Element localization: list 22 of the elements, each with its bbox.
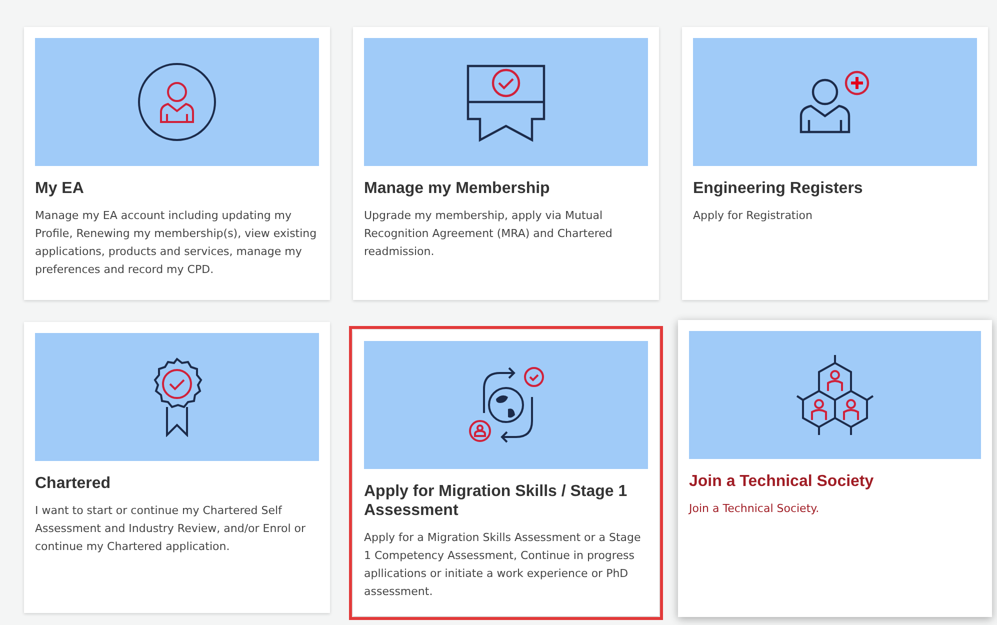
card-description: Join a Technical Society. — [689, 501, 820, 517]
service-card[interactable]: My EA Manage my EA account including updating my Profile, Renewing my membership(s), view existing applications, products and services, manage my preferences and record my CPD. — [24, 27, 330, 300]
card-title: Chartered — [35, 474, 112, 493]
card-title: Apply for Migration Skills / Stage 1 Assessment — [364, 482, 628, 520]
card-description: Manage my EA account including updating my Profile, Renewing my membership(s), view existing applications, products and services, manage my preferences and record my CPD. — [35, 208, 318, 278]
card-title: Join a Technical Society — [689, 472, 875, 491]
card-title: Engineering Registers — [693, 179, 864, 198]
card-description: I want to start or continue my Chartered Self Assessment and Industry Review, and/or Enrol or continue my Chartered application. — [35, 503, 307, 555]
card-title: My EA — [35, 179, 85, 198]
card-description: Apply for Registration — [693, 208, 814, 224]
person-circle-icon — [137, 62, 217, 142]
card-description: Apply for a Migration Skills Assessment or a Stage 1 Competency Assessment, Continue in progress apllications or initiate a work experience or PhD assessment. — [364, 530, 642, 600]
service-card[interactable]: Engineering Registers Apply for Registration — [682, 27, 988, 300]
certificate-icon — [466, 62, 546, 142]
card-description: Upgrade my membership, apply via Mutual Recognition Agreement (MRA) and Chartered readmission. — [364, 208, 614, 260]
card-title: Manage my Membership — [364, 179, 551, 198]
service-card[interactable] — [353, 330, 659, 616]
people-hexagon-icon — [795, 355, 875, 435]
person-add-icon — [799, 70, 871, 134]
service-card[interactable]: Chartered I want to start or continue my Chartered Self Assessment and Industry Review, and/or Enrol or continue my Chartered application. — [24, 322, 330, 613]
service-card[interactable]: Manage my Membership Upgrade my membership, apply via Mutual Recognition Agreement (MRA) and Chartered readmission. — [353, 27, 659, 300]
service-card[interactable]: Join a Technical Society Join a Technical Society. — [678, 320, 992, 617]
